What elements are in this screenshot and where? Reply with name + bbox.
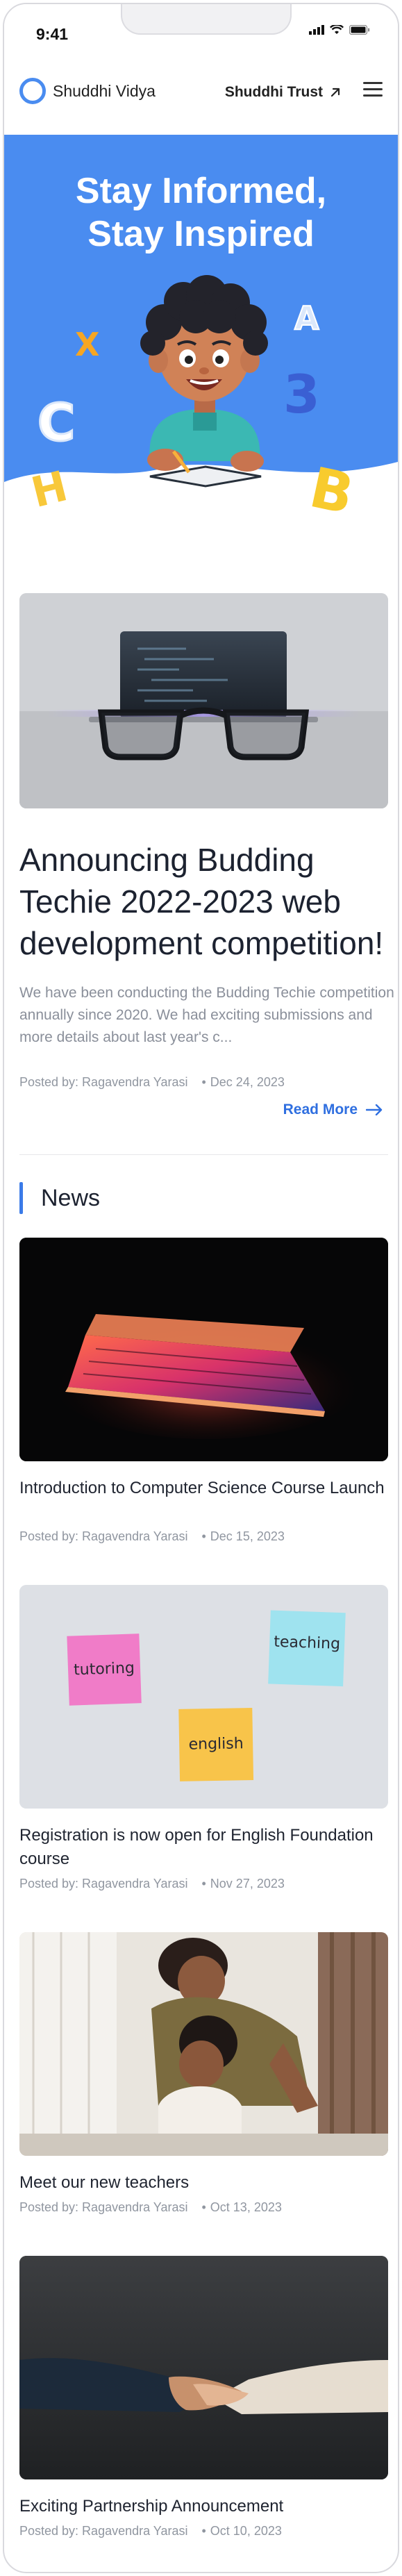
news-item-title[interactable]: Introduction to Computer Science Course … [19, 1477, 387, 1500]
news-item-date: Oct 13, 2023 [201, 2200, 282, 2215]
news-item-title[interactable]: Registration is now open for English Fou… [19, 1824, 387, 1871]
hero-title-line1: Stay Informed, [75, 171, 327, 211]
news-item-image[interactable] [19, 1238, 388, 1461]
news-item-meta: Posted by: Ragavendra Yarasi Oct 10, 202… [19, 2524, 282, 2538]
news-item-image[interactable] [19, 1932, 388, 2156]
hero-title: Stay Informed, Stay Inspired [4, 169, 398, 256]
arrow-right-icon [366, 1104, 383, 1115]
note-teaching: teaching [274, 1634, 341, 1653]
logo-icon[interactable] [19, 78, 46, 104]
handshake-photo [19, 2256, 388, 2479]
letter-c-icon: C [37, 393, 75, 453]
status-icons [309, 25, 370, 35]
featured-author: Posted by: Ragavendra Yarasi [19, 1075, 188, 1089]
status-bar: 9:41 [4, 4, 398, 60]
news-item-meta: Posted by: Ragavendra Yarasi Oct 13, 202… [19, 2200, 282, 2215]
hamburger-menu-icon[interactable] [363, 82, 383, 97]
laptop-neon-photo [19, 1238, 388, 1461]
news-item-title[interactable]: Meet our new teachers [19, 2171, 387, 2195]
news-item-meta: Posted by: Ragavendra Yarasi Nov 27, 202… [19, 1877, 285, 1891]
news-item-author: Posted by: Ragavendra Yarasi [19, 1529, 188, 1543]
news-item-image[interactable] [19, 2256, 388, 2479]
phone-frame: 9:41 Shuddhi Vidya Shuddhi Trust A X C 3 [3, 3, 399, 2573]
news-item-image[interactable]: tutoring teaching english [19, 1585, 388, 1809]
trust-link[interactable]: Shuddhi Trust [225, 84, 341, 101]
read-more-link[interactable]: Read More [283, 1102, 383, 1118]
featured-title[interactable]: Announcing Budding Techie 2022-2023 web … [19, 839, 394, 964]
news-item-date: Oct 10, 2023 [201, 2524, 282, 2538]
wifi-icon [330, 25, 344, 34]
news-accent-bar [19, 1182, 23, 1214]
news-section-header: News [19, 1182, 100, 1214]
hero-title-line2: Stay Inspired [87, 214, 315, 254]
news-item-author: Posted by: Ragavendra Yarasi [19, 2524, 188, 2538]
featured-image[interactable] [19, 593, 388, 808]
featured-description: We have been conducting the Budding Tech… [19, 985, 394, 1045]
battery-icon [349, 25, 370, 35]
sticky-notes-photo: tutoring teaching english [19, 1585, 388, 1809]
news-item-date: Nov 27, 2023 [201, 1877, 285, 1891]
news-item-meta: Posted by: Ragavendra Yarasi Dec 15, 202… [19, 1529, 285, 1544]
news-item-author: Posted by: Ragavendra Yarasi [19, 2200, 188, 2214]
laptop-glasses-photo [19, 593, 388, 808]
news-item-author: Posted by: Ragavendra Yarasi [19, 1877, 188, 1891]
section-divider [19, 1154, 388, 1155]
news-heading: News [41, 1184, 101, 1211]
hero-banner: A X C 3 H B Stay Informed, Stay Inspired [4, 135, 398, 524]
note-tutoring: tutoring [74, 1659, 135, 1679]
teacher-student-photo [19, 1932, 388, 2156]
trust-link-label: Shuddhi Trust [224, 84, 323, 100]
letter-3-icon: 3 [283, 363, 320, 425]
student-character-icon [140, 275, 268, 488]
read-more-label: Read More [283, 1102, 358, 1117]
news-item-title[interactable]: Exciting Partnership Announcement [19, 2495, 387, 2518]
featured-meta: Posted by: Ragavendra Yarasi Dec 24, 202… [19, 1075, 285, 1090]
signal-icon [309, 25, 324, 35]
brand-name[interactable]: Shuddhi Vidya [53, 82, 156, 101]
site-header: Shuddhi Vidya Shuddhi Trust [4, 60, 398, 135]
letter-a-icon: A [294, 299, 319, 337]
note-english: english [188, 1735, 244, 1753]
notch [121, 4, 292, 35]
letter-x-icon: X [75, 326, 99, 363]
featured-date: Dec 24, 2023 [201, 1075, 285, 1090]
status-time: 9:41 [36, 25, 69, 43]
arrow-up-right-icon [330, 88, 340, 97]
news-item-date: Dec 15, 2023 [201, 1529, 285, 1544]
